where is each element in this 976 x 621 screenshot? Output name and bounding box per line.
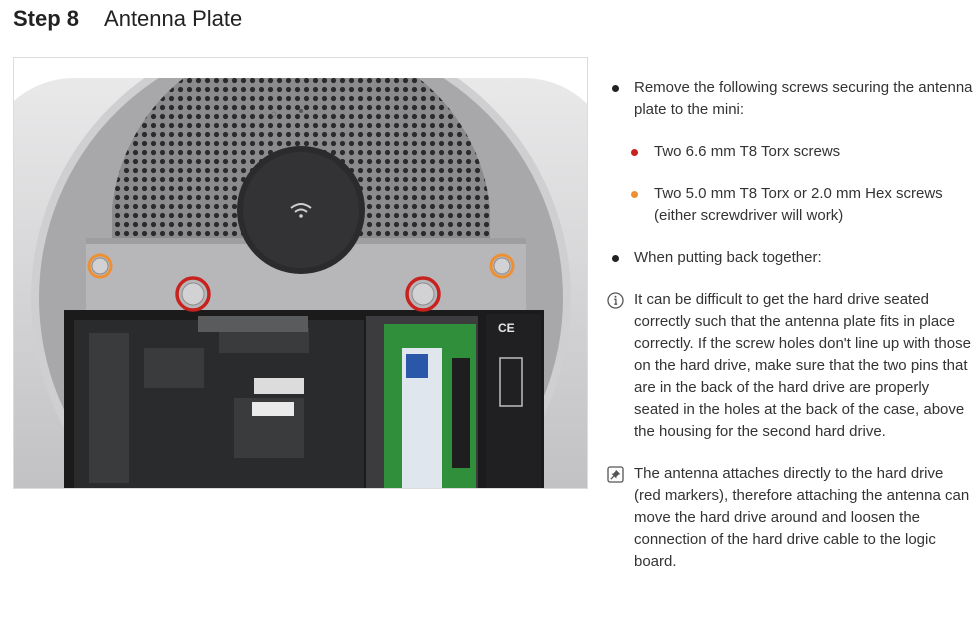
step-number: Step 8 — [13, 6, 80, 31]
black-bullet — [612, 85, 619, 92]
step-header: Step 8 Antenna Plate — [13, 6, 242, 36]
instruction-sub-bullet: Two 5.0 mm T8 Torx or 2.0 mm Hex screws … — [605, 183, 973, 227]
red-bullet — [631, 149, 638, 156]
pin-icon — [607, 466, 624, 483]
instruction-text: When putting back together: — [634, 249, 822, 266]
instruction-bullet: Remove the following screws securing the… — [605, 77, 973, 121]
instruction-bullet: When putting back together: — [605, 247, 973, 269]
black-bullet — [612, 255, 619, 262]
instruction-note: It can be difficult to get the hard driv… — [605, 289, 973, 443]
instruction-text: It can be difficult to get the hard driv… — [634, 291, 971, 440]
instruction-text: Two 5.0 mm T8 Torx or 2.0 mm Hex screws … — [654, 185, 943, 224]
step-title: Antenna Plate — [104, 6, 243, 31]
instruction-sub-bullet: Two 6.6 mm T8 Torx screws — [605, 141, 973, 163]
instruction-text: Two 6.6 mm T8 Torx screws — [654, 143, 841, 160]
ce-mark: CE — [498, 321, 515, 335]
instruction-list: Remove the following screws securing the… — [605, 77, 973, 573]
step-photo[interactable]: CE — [13, 57, 588, 489]
instruction-reminder: The antenna attaches directly to the har… — [605, 463, 973, 573]
instruction-text: Remove the following screws securing the… — [634, 79, 973, 118]
orange-bullet — [631, 191, 638, 198]
instruction-text: The antenna attaches directly to the har… — [634, 465, 970, 570]
info-icon — [607, 292, 624, 309]
